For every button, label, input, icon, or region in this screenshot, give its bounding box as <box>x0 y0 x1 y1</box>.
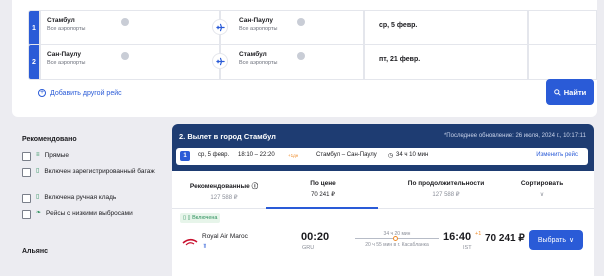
arrival-day-offset: +1 <box>475 231 482 237</box>
divider <box>172 208 594 209</box>
tab-value: 127 588 ₽ <box>432 192 460 198</box>
select-button-label: Выбрать <box>537 236 567 244</box>
clock-icon: ◷ <box>388 153 394 159</box>
add-flight-label: Добавить другой рейс <box>50 89 122 97</box>
tab-value: 127 588 ₽ <box>210 195 238 201</box>
tab-label: По продолжительности <box>407 180 485 187</box>
clear-icon[interactable] <box>121 52 129 60</box>
return-date-field[interactable] <box>528 10 597 46</box>
sort-dropdown[interactable]: Сортировать ∨ <box>512 180 572 198</box>
filter-label: Включен зарегистрированный багаж <box>44 168 155 175</box>
sort-tabs: Рекомендованные ⓘ 127 588 ₽ По цене 70 2… <box>172 180 594 210</box>
arrival-airport: IST <box>463 245 472 251</box>
search-icon <box>553 88 561 96</box>
return-date-field[interactable] <box>528 44 597 80</box>
search-button-label: Найти <box>563 87 587 97</box>
active-tab-indicator <box>266 207 378 209</box>
origin-field[interactable]: Стамбул Все аэропорты <box>40 10 220 46</box>
stop-dot-icon <box>393 236 398 241</box>
tab-label: Рекомендованные <box>189 183 250 190</box>
segment-number: 1 <box>28 10 40 46</box>
flight-result-card[interactable]: ▯ ▯ Включена Royal Air Maroc ⫪ 00:20 GRU… <box>172 212 594 276</box>
origin-airports: Все аэропорты <box>47 60 86 66</box>
filter-low-emissions[interactable]: ❧ Рейсы с низкими выбросами <box>22 210 167 219</box>
add-flight-link[interactable]: + Добавить другой рейс <box>38 89 122 97</box>
leaf-icon: ❧ <box>36 210 42 216</box>
arrival-time: 16:40 <box>443 231 472 243</box>
date-field[interactable]: ср, 5 февр. <box>364 10 528 46</box>
swap-plane-icon[interactable] <box>212 53 228 69</box>
filter-label: Прямые <box>44 152 70 159</box>
bar-duration: 34 ч 10 мин <box>396 152 429 158</box>
checkbox[interactable] <box>22 168 31 177</box>
checkbox[interactable] <box>22 210 31 219</box>
date-field[interactable]: пт, 21 февр. <box>364 44 528 80</box>
filter-label: Включена ручная кладь <box>44 194 117 201</box>
destination-field[interactable]: Сан-Паулу Все аэропорты <box>220 10 364 46</box>
origin-city: Сан-Паулу <box>47 51 81 58</box>
swap-plane-icon[interactable] <box>212 19 228 35</box>
chevron-down-icon: ∨ <box>569 237 575 244</box>
plus-circle-icon: + <box>38 89 46 97</box>
departure-airport: GRU <box>302 245 315 251</box>
stop-info: 20 ч 55 мин в г. Касабланка <box>365 242 429 248</box>
tab-label: По цене <box>310 180 336 187</box>
bar-time-plus: +1дн <box>288 153 299 158</box>
tab-value: 70 241 ₽ <box>311 192 335 198</box>
filter-direct[interactable]: ≡ Прямые <box>22 152 167 161</box>
tab-by-price[interactable]: По цене 70 241 ₽ <box>276 180 370 198</box>
chevron-down-icon: ∨ <box>539 192 545 198</box>
checkbox[interactable] <box>22 194 31 203</box>
bar-date: ср, 5 февр. <box>198 152 230 158</box>
results-panel: 2. Вылет в город Стамбул *Последнее обно… <box>172 124 594 276</box>
change-flight-link[interactable]: Изменить рейс <box>536 152 578 158</box>
tab-recommended[interactable]: Рекомендованные ⓘ 127 588 ₽ <box>184 180 264 201</box>
destination-field[interactable]: Стамбул Все аэропорты <box>220 44 364 80</box>
destination-airports: Все аэропорты <box>239 60 278 66</box>
search-form: 1 Стамбул Все аэропорты Сан-Паулу Все аэ… <box>12 0 597 117</box>
bar-route: Стамбул – Сан-Паулу <box>316 152 377 158</box>
bar-time: 18:10 – 22:20 <box>238 152 275 158</box>
origin-city: Стамбул <box>47 17 75 24</box>
destination-airports: Все аэропорты <box>239 26 278 32</box>
departure-time: 00:20 <box>301 231 330 243</box>
segment-badge: 1 <box>180 151 190 161</box>
hand-luggage-icon: ▯ <box>36 194 40 200</box>
results-title: 2. Вылет в город Стамбул <box>179 132 276 141</box>
segment-number: 2 <box>28 44 40 80</box>
last-updated: *Последнее обновление: 26 июля, 2024 г.,… <box>443 133 586 139</box>
origin-field[interactable]: Сан-Паулу Все аэропорты <box>40 44 220 80</box>
flight-price: 70 241 ₽ <box>485 233 525 244</box>
clear-icon[interactable] <box>121 18 129 26</box>
filters-recommended-title: Рекомендовано <box>22 136 77 143</box>
clear-icon[interactable] <box>297 18 305 26</box>
filter-label: Рейсы с низкими выбросами <box>46 210 133 217</box>
seat-icon: ⫪ <box>203 244 207 250</box>
airline-name: Royal Air Maroc <box>202 233 248 240</box>
tab-label: Сортировать <box>520 180 564 187</box>
clear-icon[interactable] <box>297 52 305 60</box>
filter-checked-baggage[interactable]: ▯ Включен зарегистрированный багаж <box>22 168 167 177</box>
direct-icon: ≡ <box>36 152 40 158</box>
filter-hand-luggage[interactable]: ▯ Включена ручная кладь <box>22 194 167 203</box>
results-header: 2. Вылет в город Стамбул *Последнее обно… <box>172 124 594 171</box>
checkbox[interactable] <box>22 152 31 161</box>
search-button[interactable]: Найти <box>546 79 594 105</box>
select-flight-button[interactable]: Выбрать ∨ <box>529 230 583 250</box>
origin-airports: Все аэропорты <box>47 26 86 32</box>
baggage-badge-label: Включена <box>192 215 218 221</box>
baggage-badge: ▯ ▯ Включена <box>180 213 221 223</box>
filters-alliance-title: Альянс <box>22 248 49 255</box>
tab-by-duration[interactable]: По продолжительности 127 588 ₽ <box>392 180 500 198</box>
baggage-icon: ▯ <box>36 168 40 174</box>
airline-logo-icon <box>182 238 198 246</box>
filters-sidebar: Рекомендовано ≡ Прямые ▯ Включен зарегис… <box>22 136 167 255</box>
info-icon[interactable]: ⓘ <box>252 183 259 190</box>
selected-flight-bar: 1 ср, 5 февр. 18:10 – 22:20 +1дн Стамбул… <box>176 148 588 165</box>
